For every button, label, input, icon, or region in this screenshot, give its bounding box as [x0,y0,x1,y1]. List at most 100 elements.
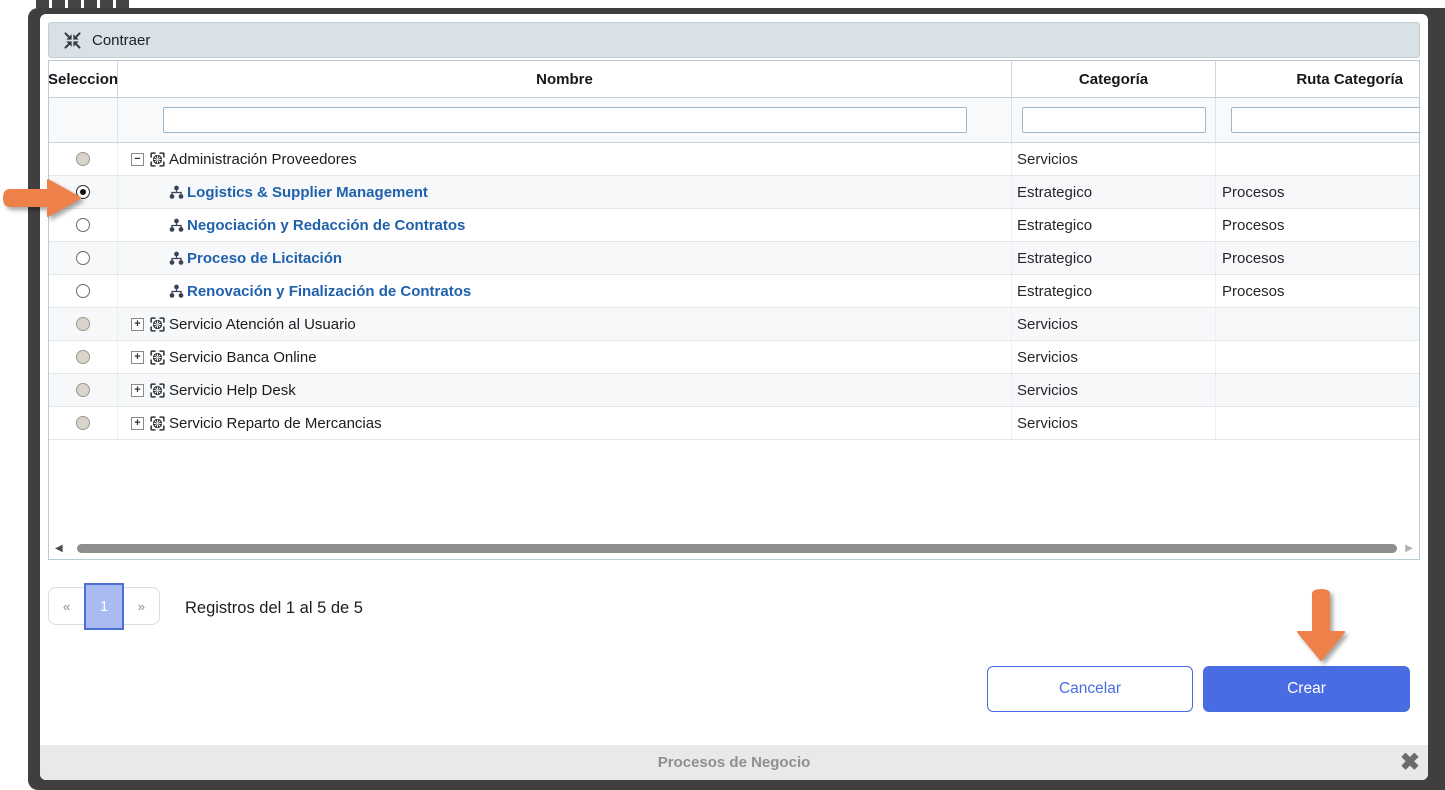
background-page-text-fragment [36,0,132,8]
table-row[interactable]: Renovación y Finalización de Contratos E… [49,275,1419,308]
row-select-cell [49,341,118,373]
nombre-filter-input[interactable] [163,107,967,133]
horizontal-scrollbar[interactable]: ◀ ▶ [51,543,1417,554]
table-row[interactable]: Logistics & Supplier Management Estrateg… [49,176,1419,209]
row-radio[interactable] [76,284,90,298]
row-ruta-categoria: Procesos [1216,275,1419,307]
column-header-ruta-categoria: Ruta Categoría [1216,61,1419,97]
filter-cell-nombre [118,98,1012,142]
row-ruta-categoria [1216,308,1419,340]
row-radio[interactable] [76,383,90,397]
sitemap-icon [169,218,184,233]
row-select-cell [49,275,118,307]
row-categoria: Servicios [1012,143,1216,175]
row-name: Administración Proveedores [169,151,357,168]
row-categoria: Estrategico [1012,209,1216,241]
filter-cell-categoria [1012,98,1216,142]
row-name-cell: Logistics & Supplier Management [118,176,1012,208]
row-categoria: Estrategico [1012,242,1216,274]
ruta-categoria-filter-input[interactable] [1231,107,1420,133]
process-icon [149,415,166,432]
categoria-filter-input[interactable] [1022,107,1206,133]
dialog-footer: Procesos de Negocio ✖ [40,745,1428,780]
process-tree-table: Seleccion Nombre Categoría Ruta Categorí… [48,60,1420,560]
close-icon[interactable]: ✖ [1400,745,1420,780]
create-button[interactable]: Crear [1203,666,1410,712]
column-header-seleccion: Seleccion [49,61,118,97]
row-name-cell: + [118,308,1012,340]
table-row[interactable]: + [49,308,1419,341]
scroll-right-icon[interactable]: ▶ [1405,543,1413,554]
next-page-button[interactable]: » [124,599,159,614]
row-categoria: Servicios [1012,308,1216,340]
modal-frame: Contraer Seleccion Nombre Categoría Ruta… [28,8,1445,790]
annotation-arrow-create-button [1288,588,1358,668]
row-ruta-categoria: Procesos [1216,209,1419,241]
screenshot-canvas: Contraer Seleccion Nombre Categoría Ruta… [0,0,1445,790]
process-icon [149,382,166,399]
pagination: « 1 » [48,587,160,625]
row-ruta-categoria [1216,341,1419,373]
row-ruta-categoria: Procesos [1216,242,1419,274]
tree-toggle-icon[interactable]: + [131,384,144,397]
tree-toggle-icon[interactable]: + [131,318,144,331]
collapse-all-bar[interactable]: Contraer [48,22,1420,58]
row-name-cell: Negociación y Redacción de Contratos [118,209,1012,241]
dialog-title: Procesos de Negocio [658,754,811,771]
table-row[interactable]: + [49,341,1419,374]
tree-toggle-icon[interactable]: + [131,417,144,430]
row-name-cell: + [118,374,1012,406]
scrollbar-thumb[interactable] [77,544,1397,553]
row-name-cell: + [118,341,1012,373]
row-name: Logistics & Supplier Management [187,184,428,201]
row-select-cell [49,242,118,274]
sitemap-icon [169,185,184,200]
row-radio[interactable] [76,416,90,430]
scroll-left-icon[interactable]: ◀ [55,543,63,554]
column-header-categoria: Categoría [1012,61,1216,97]
row-select-cell [49,407,118,439]
table-row[interactable]: − [49,143,1419,176]
collapse-all-label: Contraer [92,32,150,49]
table-body: − [49,143,1419,440]
process-icon [149,151,166,168]
tree-toggle-icon[interactable]: + [131,351,144,364]
row-name: Servicio Help Desk [169,382,296,399]
tree-toggle-icon[interactable]: − [131,153,144,166]
row-ruta-categoria [1216,407,1419,439]
row-categoria: Servicios [1012,374,1216,406]
row-select-cell [49,308,118,340]
row-name: Negociación y Redacción de Contratos [187,217,465,234]
row-name: Proceso de Licitación [187,250,342,267]
row-name: Renovación y Finalización de Contratos [187,283,471,300]
table-row[interactable]: + [49,407,1419,440]
process-icon [149,316,166,333]
row-select-cell [49,374,118,406]
records-summary: Registros del 1 al 5 de 5 [185,596,363,620]
column-header-nombre: Nombre [118,61,1012,97]
filter-cell-seleccion [49,98,118,142]
row-radio[interactable] [76,152,90,166]
row-radio[interactable] [76,350,90,364]
process-icon [149,349,166,366]
row-name-cell: + [118,407,1012,439]
table-row[interactable]: + [49,374,1419,407]
prev-page-button[interactable]: « [49,599,84,614]
table-row[interactable]: Negociación y Redacción de Contratos Est… [49,209,1419,242]
filter-cell-ruta-categoria [1216,98,1419,142]
row-categoria: Estrategico [1012,275,1216,307]
annotation-arrow-selected-radio [0,168,90,228]
row-radio[interactable] [76,251,90,265]
row-name-cell: Renovación y Finalización de Contratos [118,275,1012,307]
row-radio[interactable] [76,317,90,331]
table-header-row: Seleccion Nombre Categoría Ruta Categorí… [49,61,1419,98]
row-name: Servicio Atención al Usuario [169,316,356,333]
row-ruta-categoria [1216,143,1419,175]
row-categoria: Estrategico [1012,176,1216,208]
sitemap-icon [169,284,184,299]
row-name: Servicio Banca Online [169,349,317,366]
current-page-button[interactable]: 1 [84,583,123,630]
row-categoria: Servicios [1012,407,1216,439]
cancel-button[interactable]: Cancelar [987,666,1193,712]
table-row[interactable]: Proceso de Licitación Estrategico Proces… [49,242,1419,275]
